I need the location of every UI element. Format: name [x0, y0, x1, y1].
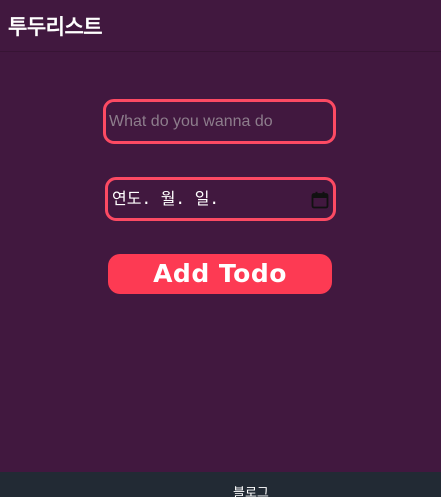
todo-date-input[interactable]: 연도. 월. 일.	[105, 177, 336, 221]
calendar-icon[interactable]	[311, 191, 329, 209]
bottom-nav: 블로그	[0, 472, 441, 497]
blog-link[interactable]: 블로그	[233, 486, 269, 497]
page-title: 투두리스트	[8, 15, 103, 39]
date-input-placeholder: 연도. 월. 일.	[112, 189, 220, 208]
todo-form: 연도. 월. 일. Add Todo	[0, 52, 441, 472]
add-todo-button[interactable]: Add Todo	[108, 254, 332, 294]
app-header: 투두리스트	[0, 0, 441, 52]
todo-text-input[interactable]	[103, 99, 336, 144]
